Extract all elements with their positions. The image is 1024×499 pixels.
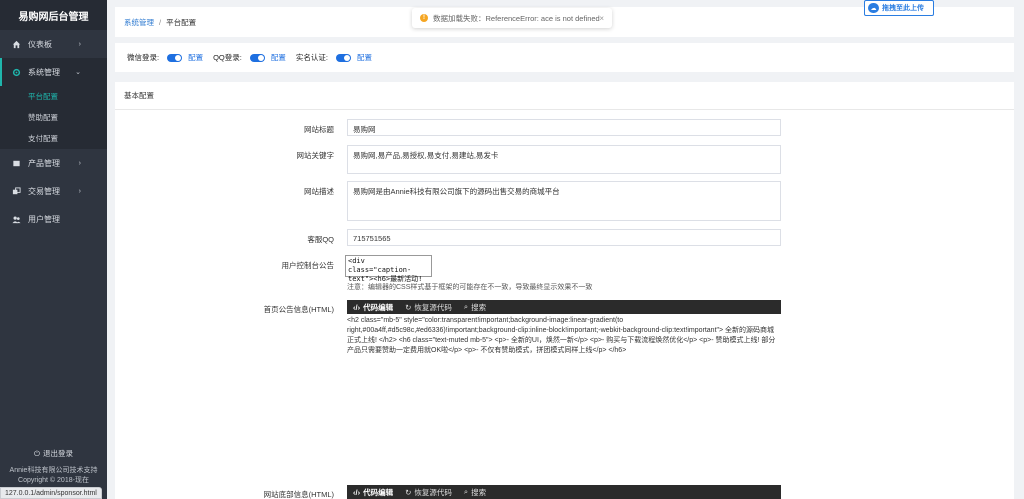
warning-icon: !: [420, 14, 428, 22]
chevron-down-icon: ⌄: [75, 69, 81, 76]
upload-dropzone[interactable]: ☁ 拖拽至此上传: [864, 0, 934, 16]
console-notice-label: 用户控制台公告: [281, 261, 335, 270]
restore-label: 恢复源代码: [414, 487, 452, 497]
wechat-login-switch[interactable]: [167, 53, 183, 62]
wechat-login-config-link[interactable]: 配置: [188, 52, 203, 63]
logout-label: 退出登录: [42, 449, 73, 458]
sidebar-item-trades[interactable]: 交易管理 ›: [0, 177, 107, 205]
code-icon: ‹/›: [353, 487, 361, 497]
realname-auth-config-link[interactable]: 配置: [357, 52, 372, 63]
sidebar-footer: Annie科技有限公司技术支持 Copyright © 2018-现在: [0, 466, 107, 486]
gear-icon: [12, 68, 21, 76]
search-icon: ⌕: [463, 487, 469, 496]
code-edit-label: 代码编辑: [363, 302, 394, 312]
box-icon: [13, 160, 20, 166]
service-qq-input[interactable]: 715751565: [347, 229, 781, 246]
sidebar-subitem-payment[interactable]: 支付配置: [0, 128, 107, 149]
breadcrumb-parent[interactable]: 系统管理: [124, 17, 154, 28]
sidebar-item-dashboard[interactable]: 仪表板 ›: [0, 30, 107, 58]
cart-icon: [12, 186, 21, 194]
breadcrumb-current: 平台配置: [166, 17, 197, 27]
home-notice-editor-toolbar: ‹/› 代码编辑 ↻ 恢复源代码 ⌕ 搜索: [347, 300, 781, 314]
power-icon: ⏻: [34, 448, 40, 458]
toast-message: 数据加载失败：ReferenceError: ace is not define…: [433, 13, 600, 23]
login-toggles: 微信登录: 配置 QQ登录: 配置 实名认证: 配置: [115, 43, 1014, 72]
code-edit-button[interactable]: ‹/› 代码编辑: [353, 487, 393, 498]
restore-source-button[interactable]: ↻ 恢复源代码: [405, 487, 452, 498]
home-icon: [12, 40, 21, 48]
search-label: 搜索: [471, 487, 487, 497]
qq-login-config-link[interactable]: 配置: [271, 52, 286, 63]
close-icon[interactable]: ×: [599, 14, 604, 23]
site-title-label: 网站标题: [304, 125, 334, 134]
users-icon: [12, 216, 21, 223]
footer-info-label: 网站底部信息(HTML): [263, 490, 334, 499]
realname-auth-switch[interactable]: [335, 53, 351, 62]
chevron-right-icon: ›: [78, 159, 81, 167]
status-bar-url: 127.0.0.1/admin/sponsor.html: [0, 487, 102, 499]
editor-hint: 注意：编辑器的CSS样式基于框架的可能存在不一致，导致最终显示效果不一致: [347, 284, 593, 291]
sidebar-item-label: 产品管理: [28, 158, 60, 168]
search-button[interactable]: ⌕ 搜索: [464, 487, 486, 498]
description-textarea[interactable]: 易购网是由Annie科技有限公司旗下的源码出售交易的商城平台: [347, 181, 781, 221]
sidebar-item-products[interactable]: 产品管理 ›: [0, 149, 107, 177]
sidebar: 易购网后台管理 仪表板 › 系统管理 ⌄ 平台配置 赞助配置 支付配置 产品管理…: [0, 0, 107, 499]
restore-icon: ↻: [405, 487, 412, 497]
sidebar-item-label: 用户管理: [28, 214, 60, 224]
brand-title: 易购网后台管理: [0, 0, 107, 30]
sidebar-item-users[interactable]: 用户管理: [0, 205, 107, 233]
search-icon: ⌕: [463, 302, 469, 311]
error-toast: ! 数据加载失败：ReferenceError: ace is not defi…: [412, 8, 612, 28]
code-icon: ‹/›: [353, 302, 361, 312]
upload-label: 拖拽至此上传: [882, 5, 924, 12]
restore-icon: ↻: [405, 302, 412, 312]
home-notice-label: 首页公告信息(HTML): [263, 305, 334, 314]
sidebar-item-label: 交易管理: [28, 186, 60, 196]
search-button[interactable]: ⌕ 搜索: [464, 302, 486, 313]
sidebar-subitem-sponsor[interactable]: 赞助配置: [0, 107, 107, 128]
cloud-icon: ☁: [868, 3, 879, 13]
logout-wrap: ⏻ 退出登录: [0, 446, 107, 461]
realname-auth-label: 实名认证:: [295, 53, 328, 62]
qq-login-switch[interactable]: [249, 53, 265, 62]
service-qq-label: 客服QQ: [307, 235, 334, 244]
console-notice-editor[interactable]: <div class="caption-text"><h6>最新活动!: [345, 255, 432, 283]
section-title: 基本配置: [115, 82, 1014, 110]
footer-editor-toolbar: ‹/› 代码编辑 ↻ 恢复源代码 ⌕ 搜索: [347, 485, 781, 499]
keywords-textarea[interactable]: 易购网,易产品,易授权,易支付,易建站,易发卡: [347, 145, 781, 174]
site-title-input[interactable]: 易购网: [347, 119, 781, 136]
qq-login-label: QQ登录:: [213, 53, 242, 62]
chevron-right-icon: ›: [78, 40, 81, 48]
sidebar-item-system[interactable]: 系统管理 ⌄: [0, 58, 107, 86]
keywords-label: 网站关键字: [296, 151, 335, 160]
sidebar-item-label: 系统管理: [28, 67, 60, 77]
footer-copyright: Copyright © 2018-现在: [18, 477, 89, 484]
code-edit-button[interactable]: ‹/› 代码编辑: [353, 302, 393, 313]
footer-support: Annie科技有限公司技术支持: [9, 467, 98, 474]
home-notice-code[interactable]: <h2 class="mb-5" style="color:transparen…: [347, 316, 781, 356]
sidebar-subitem-platform[interactable]: 平台配置: [0, 86, 107, 107]
restore-label: 恢复源代码: [414, 302, 452, 312]
breadcrumb-separator: /: [159, 17, 162, 27]
sidebar-item-label: 仪表板: [28, 39, 52, 49]
code-edit-label: 代码编辑: [363, 487, 394, 497]
description-label: 网站描述: [304, 187, 334, 196]
search-label: 搜索: [471, 302, 487, 312]
restore-source-button[interactable]: ↻ 恢复源代码: [405, 302, 452, 313]
logout-button[interactable]: ⏻ 退出登录: [28, 446, 79, 461]
wechat-login-label: 微信登录:: [127, 53, 160, 62]
chevron-right-icon: ›: [78, 187, 81, 195]
